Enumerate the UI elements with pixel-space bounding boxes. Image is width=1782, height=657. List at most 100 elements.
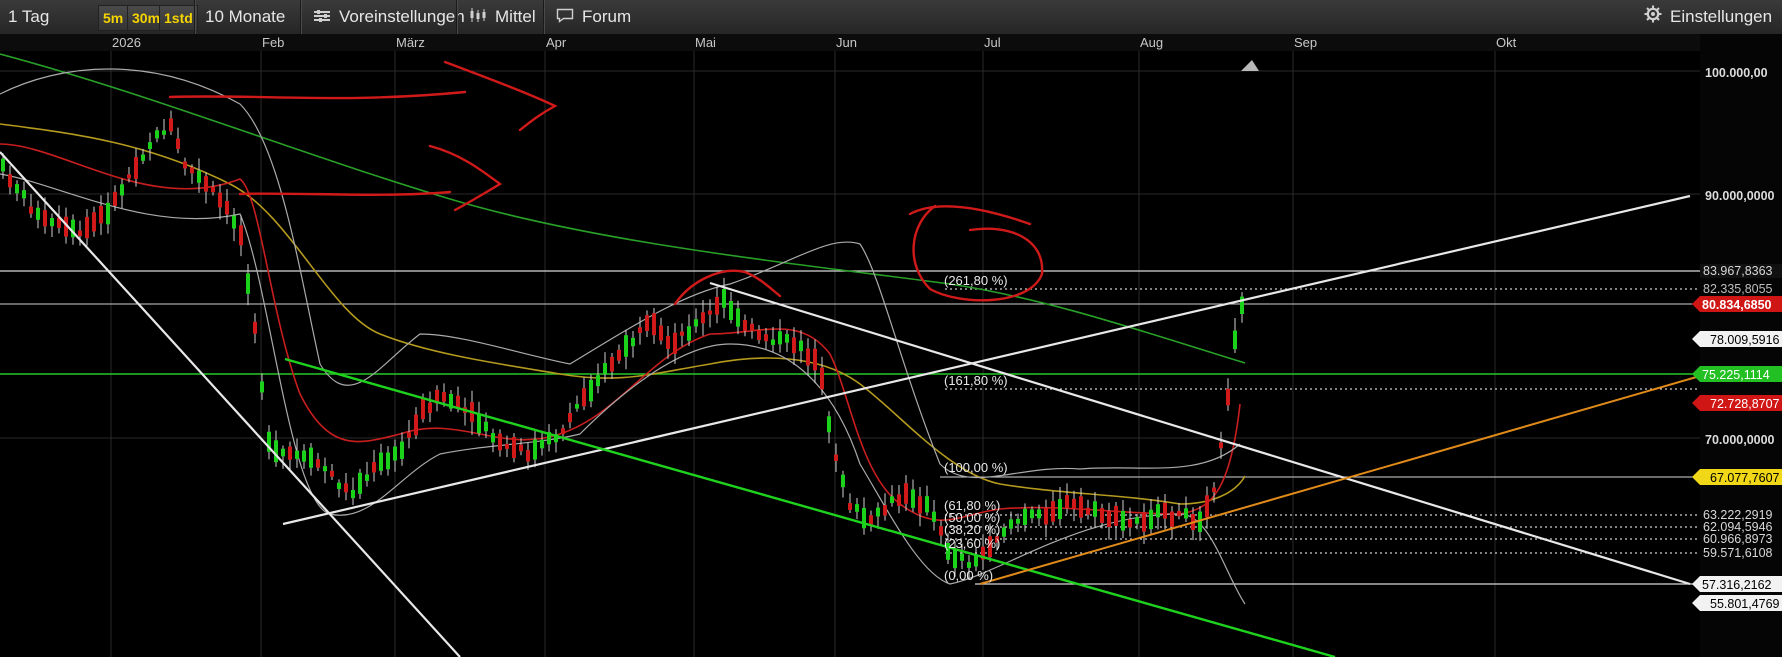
candle-body bbox=[211, 186, 215, 193]
candle-body bbox=[92, 212, 96, 232]
candle-body bbox=[141, 154, 145, 161]
candle-body bbox=[582, 388, 586, 407]
candle-body bbox=[29, 206, 33, 214]
candle-body bbox=[953, 548, 957, 569]
candle-body bbox=[729, 300, 733, 321]
candle-body bbox=[834, 454, 838, 461]
price-tag: 55.801,4769 bbox=[1710, 597, 1780, 611]
candle-body bbox=[533, 439, 537, 460]
candle-body bbox=[820, 367, 824, 390]
range-select[interactable]: 10 Monate bbox=[194, 0, 301, 34]
candle-body bbox=[127, 174, 131, 179]
candle-body bbox=[1226, 388, 1230, 406]
candle-body bbox=[134, 157, 138, 179]
period-select[interactable]: 1 Tag bbox=[8, 0, 49, 34]
price-tag: 78.009,5916 bbox=[1710, 333, 1780, 347]
month-label: Jun bbox=[836, 35, 857, 50]
candle-body bbox=[631, 337, 635, 347]
candle-body bbox=[1072, 498, 1076, 510]
candle-body bbox=[400, 441, 404, 459]
candle-body bbox=[960, 553, 964, 561]
candle-body bbox=[1100, 508, 1104, 523]
candle-body bbox=[1142, 512, 1146, 532]
candle-body bbox=[183, 161, 187, 169]
month-label: Aug bbox=[1140, 35, 1163, 50]
price-tag: 67.077,7607 bbox=[1710, 471, 1780, 485]
candle-body bbox=[701, 312, 705, 324]
candle-body bbox=[596, 375, 600, 387]
month-label: März bbox=[396, 35, 425, 50]
candle-body bbox=[645, 315, 649, 332]
candle-body bbox=[330, 470, 334, 477]
month-label: Okt bbox=[1496, 35, 1517, 50]
candle-body bbox=[323, 466, 327, 472]
candle-body bbox=[617, 349, 621, 361]
candle-body bbox=[148, 142, 152, 149]
candle-body bbox=[1016, 518, 1020, 524]
candle-body bbox=[512, 436, 516, 458]
candle-body bbox=[764, 334, 768, 342]
candle-body bbox=[890, 496, 894, 503]
candle-body bbox=[1, 158, 5, 172]
candle-body bbox=[1058, 499, 1062, 520]
candle-body bbox=[498, 433, 502, 451]
chat-bubble-icon bbox=[556, 1, 574, 35]
candle-body bbox=[365, 474, 369, 481]
candle-body bbox=[610, 356, 614, 372]
candle-body bbox=[428, 402, 432, 413]
gear-icon bbox=[1644, 1, 1662, 35]
candle-body bbox=[904, 483, 908, 504]
candle-body bbox=[288, 446, 292, 460]
settings-label: Einstellungen bbox=[1670, 7, 1773, 26]
axis-label: 90.000,0000 bbox=[1705, 189, 1775, 203]
candle-body bbox=[1135, 517, 1139, 524]
candle-body bbox=[295, 450, 299, 459]
candle-body bbox=[505, 443, 509, 449]
forum-button[interactable]: Forum bbox=[543, 0, 646, 34]
price-tag: 60.966,8973 bbox=[1703, 532, 1773, 546]
candle-body bbox=[778, 331, 782, 345]
interval-1std[interactable]: 1std bbox=[159, 5, 198, 31]
candle-body bbox=[1107, 510, 1111, 528]
candle-body bbox=[1037, 509, 1041, 519]
candle-body bbox=[379, 452, 383, 471]
month-label: Jul bbox=[984, 35, 1001, 50]
candle-body bbox=[827, 416, 831, 433]
interval-5m[interactable]: 5m bbox=[98, 5, 129, 31]
price-tag: 72.728,8707 bbox=[1710, 397, 1780, 411]
candle-body bbox=[855, 504, 859, 512]
candle-body bbox=[1002, 527, 1006, 537]
candle-body bbox=[1121, 510, 1125, 531]
settings-button[interactable]: Einstellungen bbox=[1644, 0, 1772, 34]
price-chart[interactable]: 2026 Feb März Apr Mai Jun Jul Aug Sep Ok… bbox=[0, 34, 1782, 657]
candle-body bbox=[603, 363, 607, 374]
candle-body bbox=[666, 336, 670, 349]
price-tag: 75.225,1114 bbox=[1702, 368, 1770, 382]
axis-label: 70.000,0000 bbox=[1705, 433, 1775, 447]
month-label: Feb bbox=[262, 35, 284, 50]
candle-body bbox=[1009, 519, 1013, 529]
axis-label: 100.000,00 bbox=[1705, 66, 1768, 80]
candle-body bbox=[414, 414, 418, 436]
candle-body bbox=[638, 327, 642, 333]
candle-body bbox=[813, 348, 817, 371]
candle-body bbox=[442, 392, 446, 402]
candle-body bbox=[36, 207, 40, 220]
candle-body bbox=[624, 335, 628, 357]
candle-body bbox=[22, 190, 26, 199]
candle-body bbox=[897, 494, 901, 506]
candlestick-icon bbox=[469, 1, 487, 35]
month-label: 2026 bbox=[112, 35, 141, 50]
candle-body bbox=[43, 210, 47, 227]
candle-body bbox=[1219, 442, 1223, 449]
candle-body bbox=[15, 184, 19, 194]
candle-body bbox=[708, 310, 712, 315]
presets-button[interactable]: Voreinstellungen bbox=[300, 0, 465, 34]
candle-body bbox=[932, 511, 936, 522]
candle-body bbox=[337, 482, 341, 489]
candles-button[interactable]: Mittel bbox=[456, 0, 545, 34]
price-tag: 59.571,6108 bbox=[1703, 546, 1773, 560]
candle-body bbox=[680, 331, 684, 336]
candle-body bbox=[477, 413, 481, 434]
candle-body bbox=[869, 515, 873, 525]
